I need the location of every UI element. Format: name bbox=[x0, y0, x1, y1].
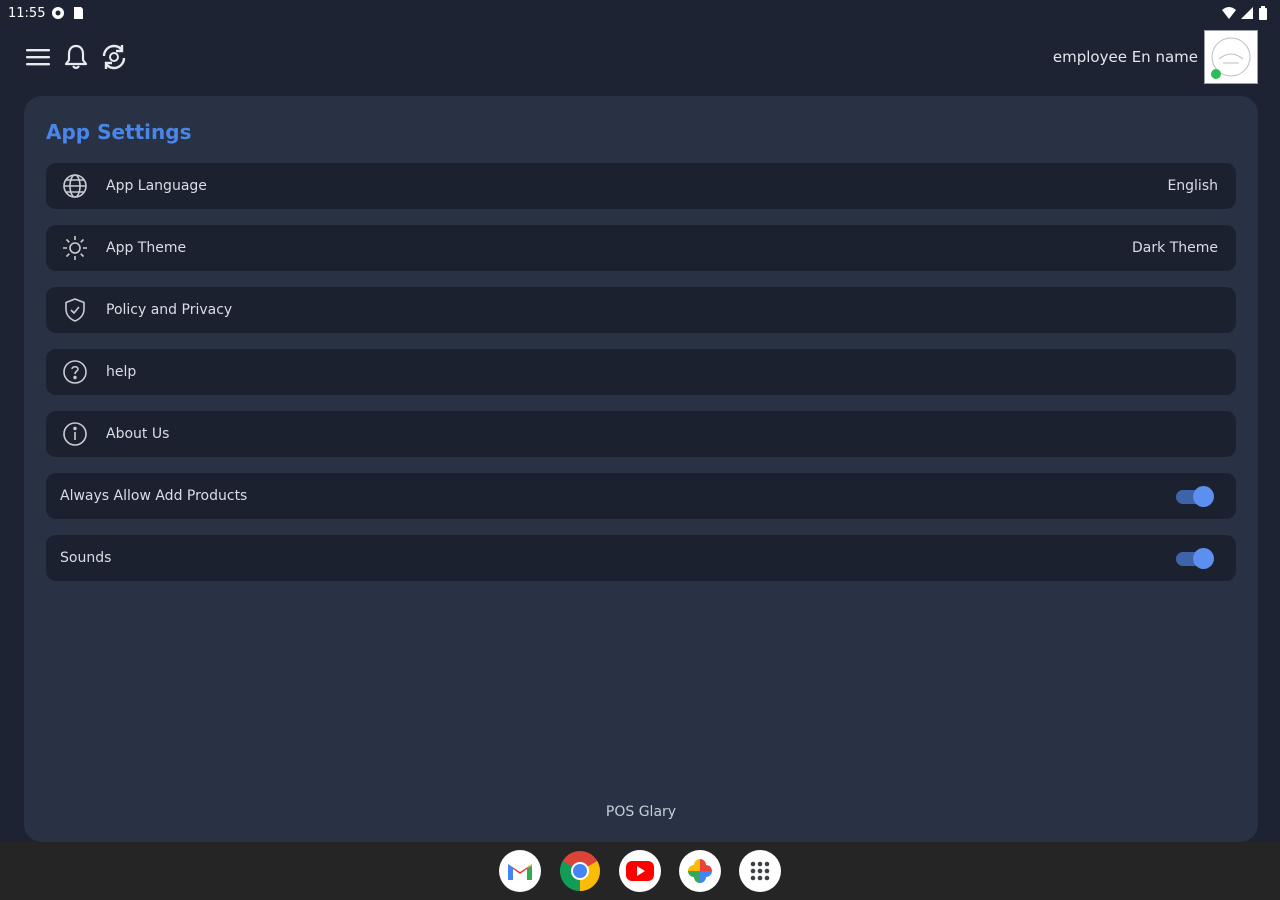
page-title: App Settings bbox=[46, 120, 192, 144]
setting-policy-privacy[interactable]: Policy and Privacy bbox=[46, 287, 1236, 333]
app-name-footer: POS Glary bbox=[605, 804, 677, 820]
setting-label: Always Allow Add Products bbox=[60, 488, 248, 504]
sun-icon bbox=[62, 235, 88, 261]
sync-icon[interactable] bbox=[100, 43, 128, 71]
user-profile[interactable]: employee En name bbox=[1053, 30, 1258, 84]
wifi-icon bbox=[1222, 6, 1236, 20]
always-allow-add-products-toggle[interactable] bbox=[1176, 485, 1214, 507]
app-drawer-icon[interactable] bbox=[739, 850, 781, 892]
setting-label: help bbox=[106, 364, 137, 380]
online-status-dot bbox=[1211, 69, 1221, 79]
status-right bbox=[1222, 6, 1272, 20]
youtube-icon[interactable] bbox=[619, 850, 661, 892]
status-bar: 11:55 bbox=[0, 0, 1280, 26]
battery-icon bbox=[1258, 6, 1272, 20]
top-bar-actions bbox=[24, 43, 128, 71]
status-time: 11:55 bbox=[8, 5, 46, 21]
gmail-icon[interactable] bbox=[499, 850, 541, 892]
info-circle-icon bbox=[62, 421, 88, 447]
taskbar bbox=[0, 842, 1280, 900]
sd-card-icon bbox=[71, 6, 85, 20]
setting-app-theme[interactable]: App Theme Dark Theme bbox=[46, 225, 1236, 271]
help-circle-icon bbox=[62, 359, 88, 385]
menu-icon[interactable] bbox=[24, 43, 52, 71]
globe-icon bbox=[62, 173, 88, 199]
bell-icon[interactable] bbox=[62, 43, 90, 71]
settings-list: App Language English App Theme Dark Them… bbox=[46, 163, 1236, 597]
toggle-thumb bbox=[1193, 548, 1214, 569]
status-left: 11:55 bbox=[8, 6, 85, 21]
setting-always-allow-add-products: Always Allow Add Products bbox=[46, 473, 1236, 519]
employee-name: employee En name bbox=[1052, 48, 1198, 66]
setting-label: Sounds bbox=[60, 550, 112, 566]
setting-app-language[interactable]: App Language English bbox=[46, 163, 1236, 209]
setting-label: Policy and Privacy bbox=[106, 302, 233, 318]
notification-dot-icon bbox=[51, 6, 65, 20]
setting-label: About Us bbox=[106, 426, 170, 442]
setting-label: App Theme bbox=[106, 240, 187, 256]
setting-value: Dark Theme bbox=[1132, 240, 1218, 256]
setting-help[interactable]: help bbox=[46, 349, 1236, 395]
setting-label: App Language bbox=[106, 178, 207, 194]
photos-icon[interactable] bbox=[679, 850, 721, 892]
setting-value: English bbox=[1167, 178, 1218, 194]
cell-signal-icon bbox=[1240, 6, 1254, 20]
sounds-toggle[interactable] bbox=[1176, 547, 1214, 569]
chrome-icon[interactable] bbox=[559, 850, 601, 892]
toggle-thumb bbox=[1193, 486, 1214, 507]
shield-check-icon bbox=[62, 297, 88, 323]
top-bar: employee En name bbox=[0, 26, 1280, 88]
setting-about-us[interactable]: About Us bbox=[46, 411, 1236, 457]
settings-card: App Settings App Language English App Th… bbox=[24, 96, 1258, 842]
setting-sounds: Sounds bbox=[46, 535, 1236, 581]
avatar[interactable] bbox=[1204, 30, 1258, 84]
